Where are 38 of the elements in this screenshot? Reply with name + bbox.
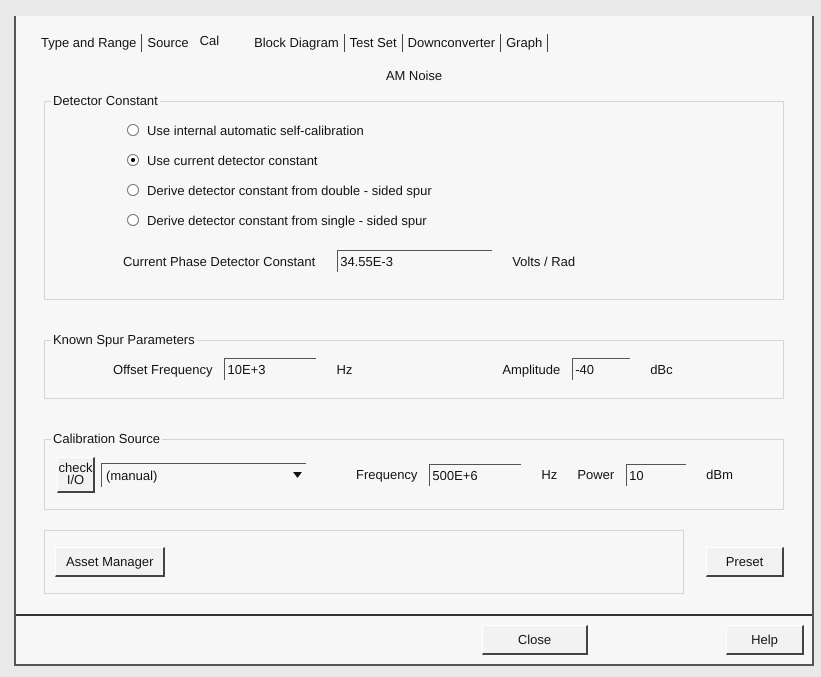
preset-button[interactable]: Preset	[706, 547, 784, 578]
tab[interactable]: Graph	[501, 33, 548, 53]
check-io-button[interactable]: check I/O	[57, 456, 95, 493]
input-field[interactable]: 500E+6	[429, 464, 522, 486]
radio-label: Derive detector constant from double - sided spur	[147, 182, 432, 200]
field-label: Amplitude	[502, 360, 560, 379]
tab[interactable]: Type and Range	[36, 33, 142, 53]
source-dropdown[interactable]: (manual)	[101, 462, 306, 487]
radio-button[interactable]	[127, 154, 139, 166]
tab[interactable]: Block Diagram	[249, 33, 344, 53]
close-button[interactable]: Close	[482, 625, 588, 656]
help-button[interactable]: Help	[726, 625, 804, 656]
asset-manager-button[interactable]: Asset Manager	[55, 547, 166, 578]
input-field[interactable]: 10E+3	[224, 358, 316, 380]
input-field[interactable]: -40	[572, 358, 630, 380]
input-field[interactable]: 10	[626, 464, 686, 486]
radio-label: Use current detector constant	[147, 152, 318, 170]
unit-label: Hz	[541, 466, 558, 484]
field-label: Current Phase Detector Constant	[123, 252, 316, 271]
tab[interactable]: Source	[142, 33, 194, 53]
unit-label: dBm	[706, 466, 733, 484]
unit-label: Volts / Rad	[512, 252, 576, 271]
input-field[interactable]: 34.55E-3	[337, 250, 492, 272]
unit-label: Hz	[336, 360, 352, 379]
field-label: Offset Frequency	[113, 360, 212, 379]
mode-title: AM Noise	[386, 68, 442, 83]
field-label: Power	[577, 466, 614, 484]
radio-button[interactable]	[127, 124, 139, 136]
radio-button[interactable]	[127, 184, 139, 196]
radio-button[interactable]	[127, 214, 139, 226]
radio-label: Derive detector constant from single - sided spur	[147, 212, 427, 230]
group-title: Known Spur Parameters	[51, 332, 197, 348]
unit-label: dBc	[650, 360, 673, 379]
tab[interactable]: Test Set	[344, 33, 402, 53]
dropdown-arrow-icon	[293, 472, 302, 478]
tab[interactable]: Downconverter	[402, 33, 500, 53]
field-label: Frequency	[356, 466, 418, 484]
radio-label: Use internal automatic self-calibration	[147, 122, 364, 140]
